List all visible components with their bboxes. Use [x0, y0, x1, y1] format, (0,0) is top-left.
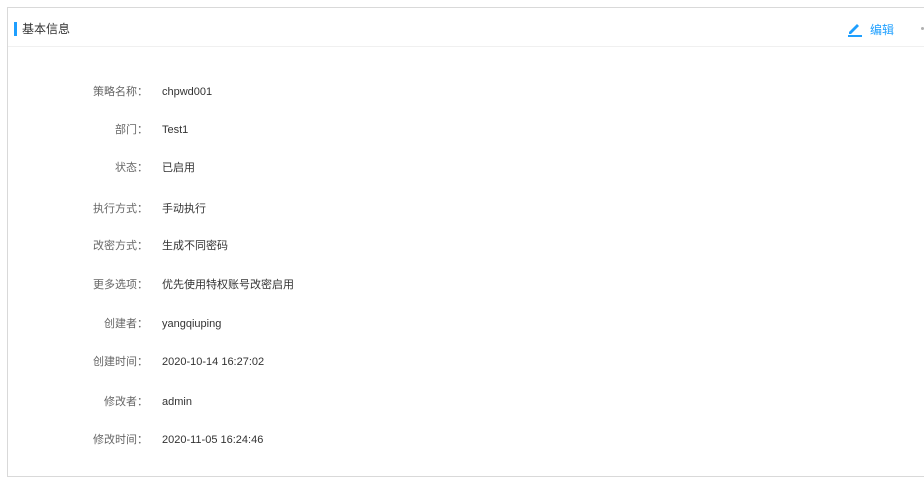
- field-label: 改密方式：: [93, 240, 148, 252]
- panel-title: 基本信息: [22, 22, 71, 36]
- field-value: yangqiuping: [162, 318, 222, 330]
- field-label: 执行方式：: [93, 203, 148, 215]
- field-row-created-time: 创建时间： 2020-10-14 16:27:02: [0, 354, 600, 370]
- field-row-modified-time: 修改时间： 2020-11-05 16:24:46: [0, 432, 600, 448]
- edit-pencil-icon: [846, 21, 864, 37]
- field-value: chpwd001: [162, 86, 213, 98]
- field-row-department: 部门： Test1: [0, 122, 600, 138]
- field-value: 2020-11-05 16:24:46: [162, 434, 264, 446]
- field-label: 修改者：: [104, 396, 148, 408]
- field-row-creator: 创建者： yangqiuping: [0, 316, 600, 332]
- field-row-more-options: 更多选项： 优先使用特权账号改密启用: [0, 277, 600, 293]
- field-value: admin: [162, 396, 192, 408]
- field-row-policy-name: 策略名称： chpwd001: [0, 84, 600, 100]
- field-value: 优先使用特权账号改密启用: [162, 279, 294, 291]
- edit-button[interactable]: 编辑: [846, 19, 894, 39]
- field-value: Test1: [162, 124, 189, 136]
- edit-button-label: 编辑: [870, 22, 895, 37]
- field-label: 修改时间：: [93, 434, 148, 446]
- field-label: 创建时间：: [93, 356, 148, 368]
- header-accent-bar: [14, 22, 17, 36]
- field-value: 生成不同密码: [162, 240, 228, 252]
- field-label: 更多选项：: [93, 279, 148, 291]
- field-row-status: 状态： 已启用: [0, 160, 600, 176]
- field-label: 状态：: [115, 162, 148, 174]
- panel-header: 基本信息 编辑: [8, 8, 924, 47]
- field-row-password-change-mode: 改密方式： 生成不同密码: [0, 238, 600, 254]
- field-value: 2020-10-14 16:27:02: [162, 356, 265, 368]
- field-label: 创建者：: [104, 318, 148, 330]
- field-row-execution-mode: 执行方式： 手动执行: [0, 201, 600, 217]
- field-value: 手动执行: [162, 203, 206, 215]
- field-row-modifier: 修改者： admin: [0, 394, 600, 410]
- field-label: 策略名称：: [93, 86, 148, 98]
- field-value: 已启用: [162, 162, 195, 174]
- field-label: 部门：: [115, 124, 148, 136]
